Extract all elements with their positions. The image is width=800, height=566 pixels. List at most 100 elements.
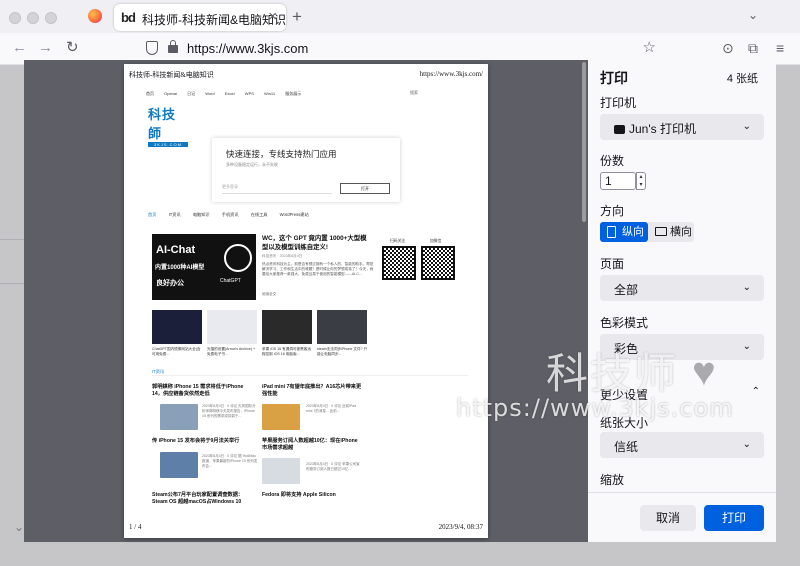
article-meta: 2023年8月4日 · 0 评论 据 9to5Mac 报道，苹果最新的iPhon…: [202, 454, 258, 468]
paper-size-select[interactable]: 信纸 ⌄: [600, 432, 764, 458]
article-title: 传 iPhone 15 发布会将于9月法关举行: [152, 438, 240, 444]
article-image: [262, 404, 300, 430]
chatgpt-logo-icon: [224, 244, 252, 272]
portrait-page-icon: [607, 226, 616, 238]
article-image: [160, 452, 198, 478]
copies-input[interactable]: 1: [600, 172, 636, 190]
landscape-button[interactable]: 横向: [648, 222, 694, 242]
chevron-down-icon: ⌄: [14, 520, 25, 534]
reload-icon[interactable]: ↻: [66, 40, 79, 56]
featured-title: WC，这个 GPT 竟内置 1000+大型模型以及模型训练自定义!: [262, 235, 367, 251]
featured-meta: 科技资讯 · 2023年8月4日: [262, 254, 303, 258]
chevron-down-icon: ⌄: [742, 439, 751, 450]
category-item: WordPress建站: [279, 212, 309, 217]
print-button[interactable]: 打印: [704, 505, 764, 531]
url-bar[interactable]: https://www.3kjs.com ☆: [137, 35, 664, 62]
featured-image: AI-Chat 内置1000种AI模型 良好办公 ChatGPT: [152, 234, 256, 300]
chevron-down-icon: ⌄: [742, 282, 751, 293]
ad-input: 更多登录: [222, 184, 332, 194]
list-all-tabs-icon[interactable]: ⌄: [748, 8, 758, 22]
article-image: [262, 458, 300, 484]
sheet-count: 4 张纸: [726, 73, 758, 85]
forward-icon[interactable]: →: [38, 40, 53, 56]
heart-icon: ♥: [692, 350, 716, 394]
minimize-window-button[interactable]: [27, 12, 39, 24]
site-nav-item: 首页: [146, 91, 154, 96]
article-title: 苹果服务订阅人数超越10亿：现在iPhone市场需求超越: [262, 438, 358, 451]
featured-read-more: 阅读全文: [262, 292, 277, 296]
extensions-icon[interactable]: ⧉: [748, 40, 758, 57]
preview-scrollbar[interactable]: [582, 62, 586, 222]
thumb-caption: 光猫的设置(Arrow's Archive) + 免费电子书...: [207, 347, 256, 356]
site-logo-domain: 3KJS.COM: [148, 142, 188, 147]
scale-label: 缩放: [600, 473, 625, 487]
print-settings-panel: 打印 4 张纸 打印机 Jun's 打印机 ⌄ 份数 1 ▴ ▾ 方向 纵向 横向…: [588, 60, 776, 542]
article-title: Fedora 即将支持 Apple Silicon: [262, 492, 336, 498]
site-logo-text: 科技師: [148, 107, 177, 141]
orientation-label: 方向: [600, 204, 625, 218]
chevron-down-icon: ⌄: [742, 341, 751, 352]
backdrop-divider: [0, 239, 24, 240]
featured-image-heading: AI-Chat: [156, 244, 196, 256]
back-icon[interactable]: ←: [12, 40, 27, 56]
app-menu-icon[interactable]: ≡: [776, 40, 784, 56]
lock-icon[interactable]: [168, 40, 178, 53]
category-item: 电脑知识: [192, 212, 210, 217]
thumb-image: [262, 310, 312, 344]
featured-image-brand: ChatGPT: [220, 278, 241, 284]
page-header-title: 科技师-科技新闻&电脑知识: [129, 71, 214, 79]
qr-code-icon: [421, 246, 455, 280]
tab-title: 科技师-科技新闻&电脑知识: [142, 13, 287, 27]
category-item: IT资讯: [168, 212, 181, 217]
tab-bar: bd 科技师-科技新闻&电脑知识 × + ⌄: [0, 0, 800, 33]
new-tab-button[interactable]: +: [292, 7, 302, 27]
print-dialog-title: 打印: [600, 70, 628, 86]
thumb-caption: ChatGPT国内镜像网站大全(含可用免费...: [152, 347, 201, 356]
site-nav-item: Openai: [164, 91, 178, 96]
close-window-button[interactable]: [9, 12, 21, 24]
copies-stepper[interactable]: ▴ ▾: [636, 172, 646, 190]
thumb-image: [317, 310, 367, 344]
watermark-text: 科技师: [546, 350, 679, 397]
close-tab-icon[interactable]: ×: [268, 8, 277, 25]
chevron-up-icon[interactable]: ⌃: [752, 386, 760, 397]
bookmark-star-icon[interactable]: ☆: [643, 38, 656, 56]
firefox-view-icon[interactable]: [88, 9, 102, 23]
category-item: 手机资讯: [221, 212, 239, 217]
printer-select[interactable]: Jun's 打印机 ⌄: [600, 114, 764, 140]
article-title: iPad mini 7有望年底推出？A16芯片带来更强性能: [262, 384, 362, 397]
color-mode-label: 色彩模式: [600, 316, 649, 330]
article-meta: 2023年8月4日 · 0 评论 苹果公司宣布服务订阅人数已超过10亿...: [306, 462, 360, 471]
printer-label: 打印机: [600, 96, 637, 110]
active-tab[interactable]: bd 科技师-科技新闻&电脑知识 ×: [114, 4, 286, 31]
url-text[interactable]: https://www.3kjs.com: [187, 41, 308, 56]
thumb-image: [152, 310, 202, 344]
printer-name: Jun's 打印机: [629, 122, 696, 136]
preview-page: 科技师-科技新闻&电脑知识 https://www.3kjs.com/ 首页 O…: [124, 64, 488, 538]
tracking-protection-shield-icon[interactable]: [146, 41, 158, 55]
qr-code-icon: [382, 246, 416, 280]
landscape-label: 横向: [670, 226, 692, 238]
site-search: 搜索: [410, 90, 418, 95]
pages-select[interactable]: 全部 ⌄: [600, 275, 764, 301]
featured-image-tagline: 良好办公: [156, 280, 184, 287]
article-image: [160, 404, 198, 430]
ad-card: 快速连接，专线支持热门应用 多种设备稳定运行，永不失联 更多登录 打开: [212, 138, 400, 202]
thumb-image: [207, 310, 257, 344]
backdrop-divider: [0, 283, 24, 284]
site-nav-item: Word: [205, 91, 215, 96]
pages-value: 全部: [614, 283, 639, 297]
featured-excerpt: 热点资讯科技为主，前是否有想过拥有一个私人的、智能的助手。帮您解决学习、工作和生…: [262, 262, 374, 276]
pocket-icon[interactable]: ⊙: [722, 40, 734, 57]
cancel-button[interactable]: 取消: [640, 505, 696, 531]
page-footer-number: 1 / 4: [129, 523, 142, 531]
site-nav-item: Excel: [224, 91, 235, 96]
site-nav-item: WPS: [244, 91, 254, 96]
article-meta: 2023年8月4日 · 0 评论 天风国际分析师郭明錤今天发布报告，iPhone…: [202, 404, 256, 418]
portrait-button[interactable]: 纵向: [600, 222, 648, 242]
featured-image-subheading: 内置1000种AI模型: [155, 265, 205, 271]
page-header-url: https://www.3kjs.com/: [419, 70, 483, 78]
copies-label: 份数: [600, 154, 625, 168]
category-item: 在线工具: [250, 212, 268, 217]
zoom-window-button[interactable]: [45, 12, 57, 24]
